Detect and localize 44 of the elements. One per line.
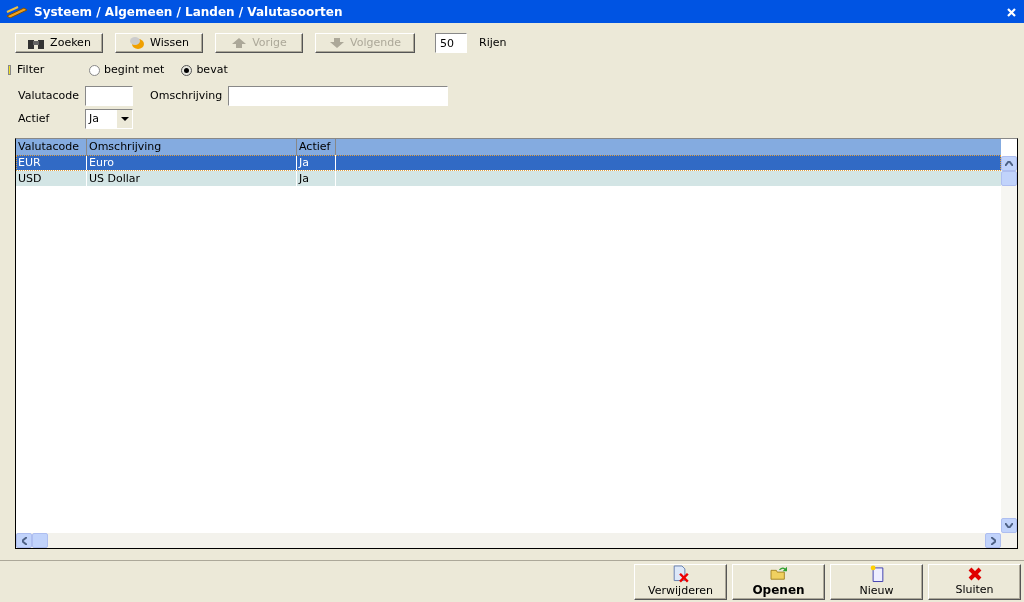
active-dropdown[interactable]: Ja [85,108,133,129]
scroll-thumb[interactable] [1001,171,1017,187]
horizontal-scrollbar[interactable] [16,533,1017,549]
scroll-down-icon[interactable] [1001,518,1017,534]
scroll-up-icon[interactable] [1001,156,1017,172]
table-cell: Ja [297,155,336,171]
footer-button[interactable]: Sluiten [928,564,1021,600]
vertical-scrollbar[interactable] [1001,156,1017,534]
document-delete-icon [671,565,690,583]
table-cell: Ja [297,171,336,187]
toolbar-button[interactable]: Zoeken [15,33,103,53]
radio-option[interactable]: begint met [89,61,165,79]
rows-label: Rijen [479,34,507,51]
table-cell: USD [16,171,87,187]
field-label: Omschrijving [150,87,223,104]
filter-marker-icon [8,65,11,75]
window-title: Systeem / Algemeen / Landen / Valutasoorten [34,3,344,21]
field-label: Actief [18,110,51,127]
code-field[interactable] [85,85,134,106]
table-cell: Euro [87,155,297,171]
filter-label: Filter [17,61,46,78]
table-row[interactable]: EUR Euro Ja [16,155,1001,172]
footer-button[interactable]: Verwijderen [634,564,727,600]
close-icon [966,565,983,582]
scroll-right-icon[interactable] [985,533,1001,549]
radio-option[interactable]: bevat [181,61,228,79]
folder-icon [768,565,789,581]
scroll-thumb[interactable] [32,533,48,549]
field-label: Valutacode [18,87,80,104]
new-document-icon [868,565,885,583]
description-field[interactable] [228,85,449,106]
pencil-icon [6,5,28,18]
arrow-up-icon [231,37,248,49]
table-cell: EUR [16,155,87,171]
table-row[interactable]: USD US Dollar Ja [16,171,1001,188]
table-cell: US Dollar [87,171,297,187]
eraser-icon [129,36,146,50]
arrow-down-icon [329,37,346,49]
scroll-left-icon[interactable] [16,533,32,549]
footer-button[interactable]: Openen [732,564,825,600]
footer-button[interactable]: Nieuw [830,564,923,600]
rows-field[interactable]: 50 [435,33,467,53]
dropdown-caret-icon [117,109,132,128]
toolbar-button[interactable]: Wissen [115,33,203,53]
